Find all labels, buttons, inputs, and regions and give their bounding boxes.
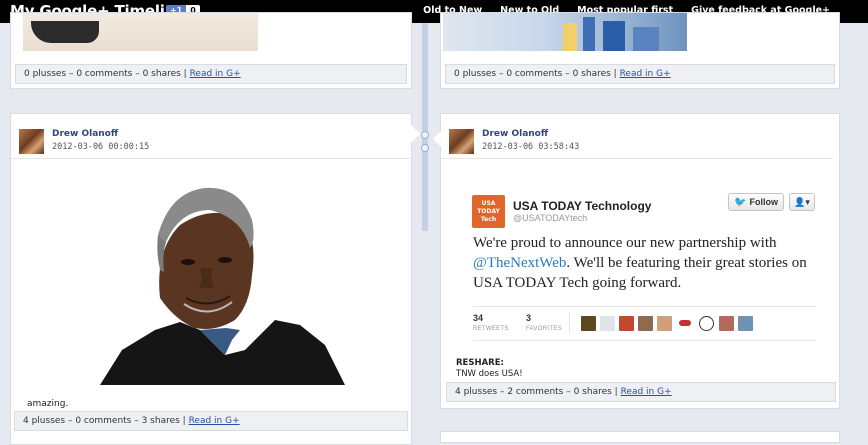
card-pointer [433, 131, 441, 147]
tweet-account-name[interactable]: USA TODAY Technology [513, 199, 651, 213]
post-stats: 4 plusses – 2 comments – 0 shares | Read… [446, 382, 836, 402]
post-timestamp: 2012-03-06 00:00:15 [52, 142, 150, 152]
retweeter-avatar[interactable] [581, 316, 596, 331]
divider [11, 158, 411, 159]
post-stats: 0 plusses – 0 comments – 0 shares | Read… [15, 64, 407, 84]
user-menu-button[interactable]: 👤▾ [789, 193, 815, 211]
retweeter-avatar[interactable] [638, 316, 653, 331]
tweet-mention-link[interactable]: @TheNextWeb [473, 255, 566, 271]
retweeter-avatar[interactable] [738, 316, 753, 331]
card-pointer [410, 124, 420, 144]
stats-text: 4 plusses – 0 comments – 3 shares | [23, 416, 189, 426]
retweets-count: 34 [473, 313, 484, 323]
retweeter-avatar[interactable] [619, 316, 634, 331]
divider [473, 340, 816, 341]
post-stats: 0 plusses – 0 comments – 0 shares | Read… [445, 64, 835, 84]
reshare-text: TNW does USA! [456, 369, 523, 379]
image-detail [563, 23, 577, 51]
favorites-label: FAVORITES [526, 326, 562, 332]
post-image [443, 13, 687, 51]
stats-text: 0 plusses – 0 comments – 0 shares | [24, 69, 190, 79]
device-shape [31, 21, 99, 43]
tweet-account-logo[interactable]: USA TODAY Tech [472, 195, 505, 228]
user-icon: 👤 [794, 197, 806, 207]
tweet-account-handle[interactable]: @USATODAYtech [513, 213, 587, 223]
follow-label: Follow [749, 197, 778, 207]
retweeter-avatar[interactable] [719, 316, 734, 331]
retweeter-avatar[interactable] [657, 316, 672, 331]
chevron-down-icon: ▾ [805, 197, 810, 207]
tweet-text: We're proud to announce our new partners… [473, 233, 823, 293]
retweets-label: RETWEETS [473, 326, 509, 332]
twitter-bird-icon: 🐦 [734, 196, 747, 208]
tweet-text-part: We're proud to announce our new partners… [473, 235, 777, 251]
stats-text: 0 plusses – 0 comments – 0 shares | [454, 69, 620, 79]
portrait-image [100, 187, 345, 385]
image-detail [583, 17, 595, 51]
divider [441, 158, 833, 159]
read-in-gplus-link[interactable]: Read in G+ [620, 69, 671, 79]
divider [569, 312, 570, 334]
post-image [23, 13, 258, 51]
post-card-top-right: 0 plusses – 0 comments – 0 shares | Read… [440, 12, 840, 89]
image-detail [633, 27, 659, 51]
retweeter-avatar[interactable] [679, 320, 691, 326]
divider [473, 306, 816, 307]
author-avatar[interactable] [449, 129, 474, 154]
stats-text: 4 plusses – 2 comments – 0 shares | [455, 387, 621, 397]
author-name[interactable]: Drew Olanoff [482, 129, 548, 139]
favorites-count: 3 [526, 313, 532, 323]
author-name[interactable]: Drew Olanoff [52, 129, 118, 139]
timeline-dot [421, 144, 429, 152]
follow-button[interactable]: 🐦 Follow [728, 193, 784, 211]
post-caption: amazing. [27, 399, 69, 409]
author-avatar[interactable] [19, 129, 44, 154]
post-timestamp: 2012-03-06 03:58:43 [482, 142, 580, 152]
retweeter-avatar[interactable] [699, 316, 714, 331]
post-card-next [440, 431, 840, 443]
read-in-gplus-link[interactable]: Read in G+ [189, 416, 240, 426]
timeline-spine [422, 23, 428, 231]
image-detail [603, 21, 625, 51]
reshare-label: RESHARE: [456, 358, 504, 368]
read-in-gplus-link[interactable]: Read in G+ [621, 387, 672, 397]
post-stats: 4 plusses – 0 comments – 3 shares | Read… [14, 411, 408, 431]
post-card-top-left: 0 plusses – 0 comments – 0 shares | Read… [10, 12, 412, 89]
timeline-dot [421, 131, 429, 139]
retweeter-avatar[interactable] [600, 316, 615, 331]
read-in-gplus-link[interactable]: Read in G+ [190, 69, 241, 79]
